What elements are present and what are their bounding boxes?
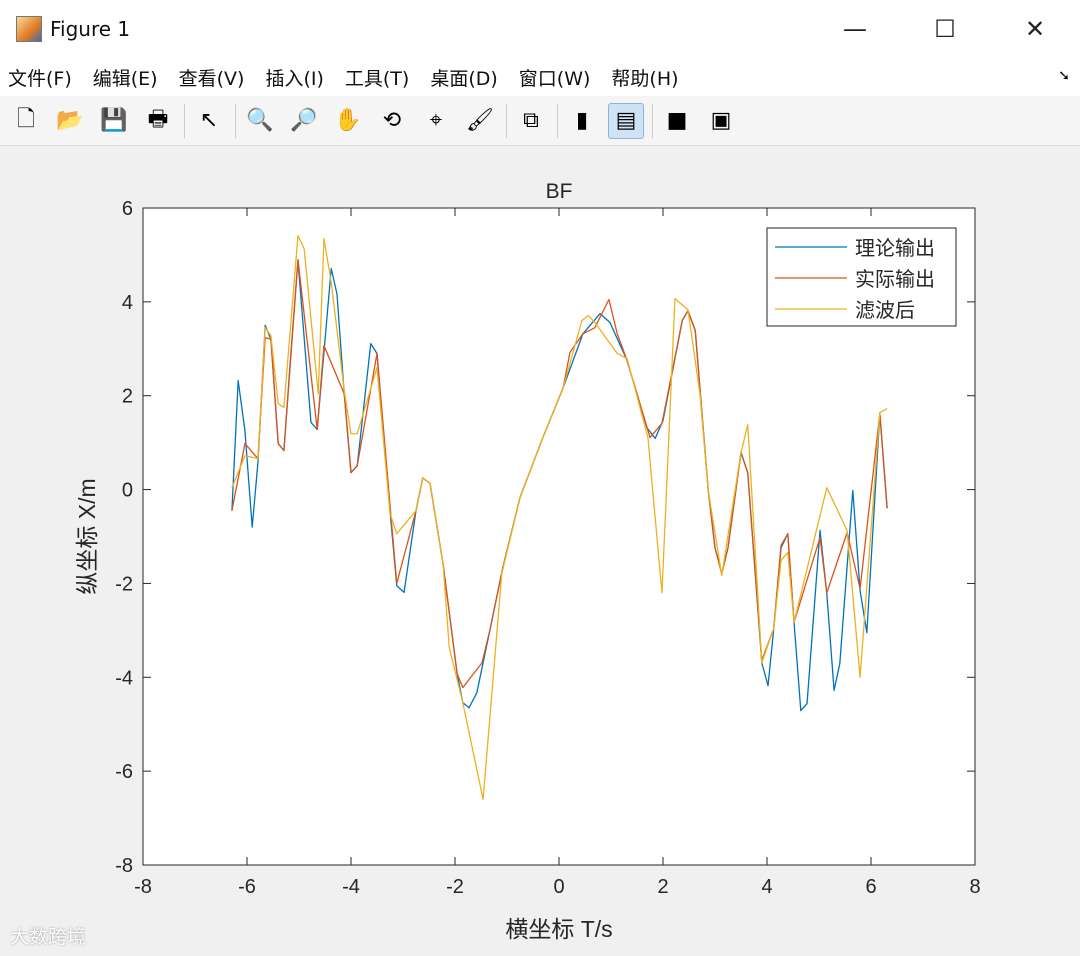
y-tick-label: 2 bbox=[122, 386, 133, 408]
print-icon[interactable]: 🖶 bbox=[140, 103, 176, 139]
menu-item[interactable]: 窗口(W) bbox=[517, 64, 593, 91]
y-tick-label: 6 bbox=[122, 198, 133, 220]
toolbar-separator bbox=[652, 103, 653, 138]
figure-axes[interactable]: -8 -6 -4 -2 0 2 4 6 8 -8 -6 -4 -2 0 2 4 6 BF 横坐标 T/s 纵坐标 X/… bbox=[0, 146, 1080, 956]
chart-title: BF bbox=[546, 180, 573, 203]
toolbar: 🗋 📂 💾 🖶 ↖ 🔍 🔎 ✋ ⟲ ⌖ 🖌 ⧉ ▮ ▤ ■ ▣ bbox=[0, 96, 1080, 146]
x-tick-label: 4 bbox=[761, 876, 772, 898]
menu-bar: 文件(F) 编辑(E) 查看(V) 插入(I) 工具(T) 桌面(D) 窗口(W) 帮助(H)… bbox=[0, 58, 1080, 96]
y-axis-label: 纵坐标 X/m bbox=[74, 478, 100, 594]
toolbar-separator bbox=[557, 103, 558, 138]
menu-item[interactable]: 桌面(D) bbox=[428, 64, 499, 91]
brush-icon[interactable]: 🖌 bbox=[462, 103, 498, 139]
x-tick-label: 8 bbox=[969, 876, 980, 898]
x-tick-label: 6 bbox=[865, 876, 876, 898]
x-tick-label: -4 bbox=[342, 876, 360, 898]
x-tick-label: -8 bbox=[134, 876, 152, 898]
y-tick-label: 0 bbox=[122, 480, 133, 502]
menu-item[interactable]: 插入(I) bbox=[263, 64, 325, 91]
title-bar: Figure 1 — ☐ ✕ bbox=[0, 0, 1080, 58]
legend-label: 实际输出 bbox=[855, 268, 935, 291]
x-tick-label: -2 bbox=[446, 876, 464, 898]
x-tick-label: 2 bbox=[657, 876, 668, 898]
legend-icon[interactable]: ▤ bbox=[608, 102, 644, 139]
save-icon[interactable]: 💾 bbox=[96, 103, 132, 139]
menu-item[interactable]: 帮助(H) bbox=[609, 64, 680, 91]
menu-item[interactable]: 文件(F) bbox=[6, 64, 74, 91]
matlab-icon bbox=[16, 16, 42, 42]
x-tick-label: 0 bbox=[553, 876, 564, 898]
zoom-in-icon[interactable]: 🔍 bbox=[242, 103, 278, 139]
legend-label: 滤波后 bbox=[855, 299, 915, 322]
open-icon[interactable]: 📂 bbox=[52, 103, 88, 139]
menu-item[interactable]: 查看(V) bbox=[177, 64, 247, 91]
x-axis-label: 横坐标 T/s bbox=[505, 916, 612, 942]
menu-item[interactable]: 编辑(E) bbox=[91, 64, 160, 91]
pointer-icon[interactable]: ↖ bbox=[191, 103, 227, 139]
zoom-out-icon[interactable]: 🔎 bbox=[286, 103, 322, 139]
x-tick-label: -6 bbox=[238, 876, 256, 898]
pan-icon[interactable]: ✋ bbox=[330, 103, 366, 139]
watermark: 大数跨境 bbox=[10, 926, 87, 948]
toolbar-separator bbox=[506, 103, 507, 138]
menu-item[interactable]: 工具(T) bbox=[343, 64, 411, 91]
toolbar-separator bbox=[235, 103, 236, 138]
window-title: Figure 1 bbox=[50, 17, 131, 41]
close-button[interactable]: ✕ bbox=[990, 0, 1080, 58]
legend-label: 理论输出 bbox=[855, 237, 935, 260]
rotate-icon[interactable]: ⟲ bbox=[374, 103, 410, 139]
link-plot-icon[interactable]: ⧉ bbox=[513, 103, 549, 139]
data-cursor-icon[interactable]: ⌖ bbox=[418, 103, 454, 139]
dock-arrow-icon[interactable]: ➘ bbox=[1058, 68, 1070, 84]
maximize-button[interactable]: ☐ bbox=[900, 0, 990, 58]
show-plot-tools-icon[interactable]: ▣ bbox=[703, 103, 739, 139]
toolbar-separator bbox=[184, 103, 185, 138]
y-tick-label: -8 bbox=[115, 855, 133, 877]
minimize-button[interactable]: — bbox=[810, 0, 900, 58]
y-tick-label: 4 bbox=[122, 292, 133, 314]
colorbar-icon[interactable]: ▮ bbox=[564, 103, 600, 139]
y-tick-label: -6 bbox=[115, 761, 133, 783]
y-tick-label: -4 bbox=[115, 667, 133, 689]
hide-plot-tools-icon[interactable]: ■ bbox=[659, 103, 695, 139]
new-figure-icon[interactable]: 🗋 bbox=[8, 103, 44, 139]
y-tick-label: -2 bbox=[115, 573, 133, 595]
